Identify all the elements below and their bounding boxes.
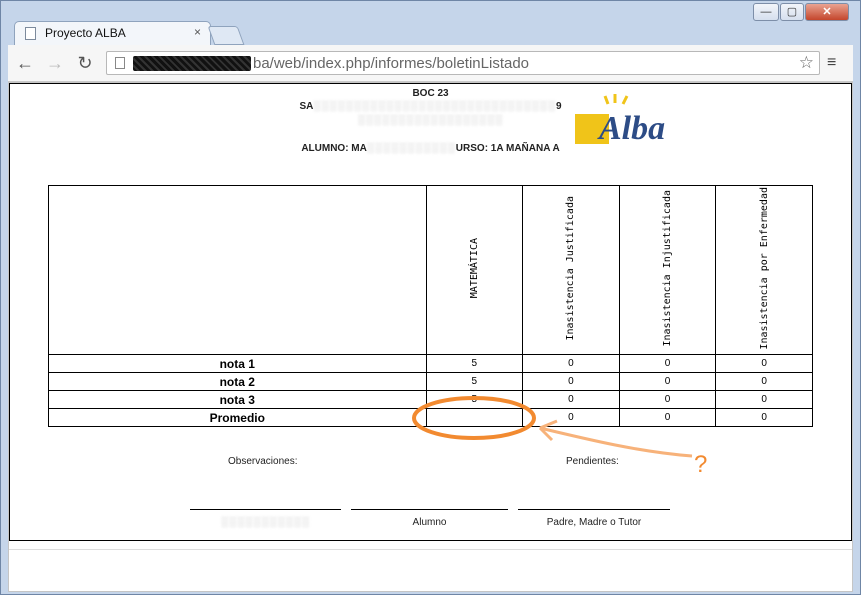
- signature-line: [190, 509, 341, 511]
- student-prefix: ALUMNO: MA: [301, 143, 367, 154]
- signature-line: [518, 509, 670, 511]
- table-cell: 0: [522, 354, 620, 373]
- table-cell: 0: [618, 354, 717, 373]
- maximize-button[interactable]: ▢: [780, 3, 804, 21]
- page-icon: [25, 27, 36, 40]
- promedio-empty-cell: [425, 408, 524, 427]
- school-name-prefix: SA: [299, 101, 314, 112]
- column-header: Inasistencia Injustificada: [618, 185, 717, 355]
- table-cell: 5: [425, 354, 524, 373]
- pendientes-label: Pendientes:: [566, 456, 619, 467]
- table-cell: 0: [618, 408, 717, 427]
- logo-ray-right: [621, 95, 629, 105]
- menu-icon[interactable]: ≡: [827, 54, 836, 72]
- table-cell: 0: [522, 408, 620, 427]
- reload-icon[interactable]: ↻: [74, 52, 96, 74]
- table-cell: 5: [425, 372, 524, 391]
- redacted-signature-name: ░░░░░░░░░░░: [221, 517, 310, 528]
- address-bar[interactable]: ba/web/index.php/informes/boletinListado…: [106, 51, 820, 75]
- signature-label: Padre, Madre o Tutor: [546, 517, 642, 528]
- bookmark-star-icon[interactable]: ☆: [799, 53, 814, 73]
- tab-close-icon[interactable]: ×: [194, 25, 201, 39]
- table-cell: 0: [618, 372, 717, 391]
- url-text: ba/web/index.php/informes/boletinListado: [253, 55, 530, 72]
- row-label: nota 1: [48, 354, 427, 373]
- redacted-address: ░░░░░░░░░░░░░░░░░░: [357, 115, 504, 126]
- table-row: nota 1 5 0 0 0: [48, 354, 813, 373]
- table-cell: 5: [425, 390, 524, 409]
- header-blank-cell: [48, 185, 427, 355]
- course-label: URSO: 1A MAÑANA A: [455, 143, 560, 154]
- browser-tab[interactable]: Proyecto ALBA ×: [14, 21, 211, 46]
- signature-label-redacted: ░░░░░░░░░░░: [190, 517, 341, 528]
- student-line: ALUMNO: MA░░░░░░░░░░░URSO: 1A MAÑANA A: [10, 143, 851, 154]
- table-header-row: MATEMÁTICA Inasistencia Justificada Inas…: [48, 185, 813, 355]
- row-label: nota 3: [48, 390, 427, 409]
- school-address: ░░░░░░░░░░░░░░░░░░: [10, 115, 851, 126]
- close-button[interactable]: ✕: [805, 3, 849, 21]
- school-name-suffix: 9: [555, 101, 562, 112]
- school-code: BOC 23: [412, 88, 449, 99]
- row-label: nota 2: [48, 372, 427, 391]
- table-cell: 0: [715, 408, 813, 427]
- browser-toolbar: ← → ↻ ba/web/index.php/informes/boletinL…: [8, 45, 853, 82]
- redacted-school-name: ░░░░░░░░░░░░░░░░░░░░░░░░░░░░░░: [313, 101, 556, 112]
- row-label: Promedio: [48, 408, 427, 427]
- page-viewport: BOC 23 SA░░░░░░░░░░░░░░░░░░░░░░░░░░░░░░9…: [8, 82, 853, 592]
- table-row: nota 3 5 0 0 0: [48, 390, 813, 409]
- column-header: Inasistencia por Enfermedad: [715, 185, 813, 355]
- observaciones-label: Observaciones:: [228, 456, 298, 467]
- report-document: BOC 23 SA░░░░░░░░░░░░░░░░░░░░░░░░░░░░░░9…: [9, 83, 852, 541]
- back-icon[interactable]: ←: [14, 52, 36, 74]
- column-header-label: Inasistencia Justificada: [565, 196, 577, 341]
- forward-icon[interactable]: →: [44, 52, 66, 74]
- column-header-label: MATEMÁTICA: [468, 238, 480, 299]
- redacted-student-name: ░░░░░░░░░░░: [366, 143, 456, 154]
- table-cell: 0: [522, 372, 620, 391]
- table-cell: 0: [522, 390, 620, 409]
- logo-ray-left: [603, 95, 610, 105]
- school-name: SA░░░░░░░░░░░░░░░░░░░░░░░░░░░░░░9: [10, 101, 851, 112]
- column-header: MATEMÁTICA: [425, 185, 524, 355]
- table-row: nota 2 5 0 0 0: [48, 372, 813, 391]
- logo-text: Alba: [597, 110, 665, 147]
- table-row: Promedio 0 0 0: [48, 408, 813, 427]
- signature-label: Alumno: [412, 517, 447, 528]
- page-icon: [115, 57, 125, 69]
- new-tab-button[interactable]: [207, 26, 245, 45]
- table-cell: 0: [715, 354, 813, 373]
- column-header-label: Inasistencia por Enfermedad: [758, 187, 770, 350]
- table-cell: 0: [618, 390, 717, 409]
- redacted-host: [133, 56, 251, 71]
- minimize-button[interactable]: —: [753, 3, 779, 21]
- table-cell: 0: [715, 390, 813, 409]
- signature-line: [351, 509, 508, 511]
- table-cell: 0: [715, 372, 813, 391]
- grades-table: MATEMÁTICA Inasistencia Justificada Inas…: [48, 185, 813, 427]
- alba-logo: Alba: [575, 94, 665, 147]
- title-bar: Proyecto ALBA × — ▢ ✕: [1, 1, 860, 46]
- column-header-label: Inasistencia Injustificada: [662, 190, 674, 347]
- column-header: Inasistencia Justificada: [522, 185, 620, 355]
- tab-title: Proyecto ALBA: [45, 26, 126, 40]
- browser-window: Proyecto ALBA × — ▢ ✕ ← → ↻ ba/web/index…: [0, 0, 861, 595]
- page-divider: [9, 549, 852, 550]
